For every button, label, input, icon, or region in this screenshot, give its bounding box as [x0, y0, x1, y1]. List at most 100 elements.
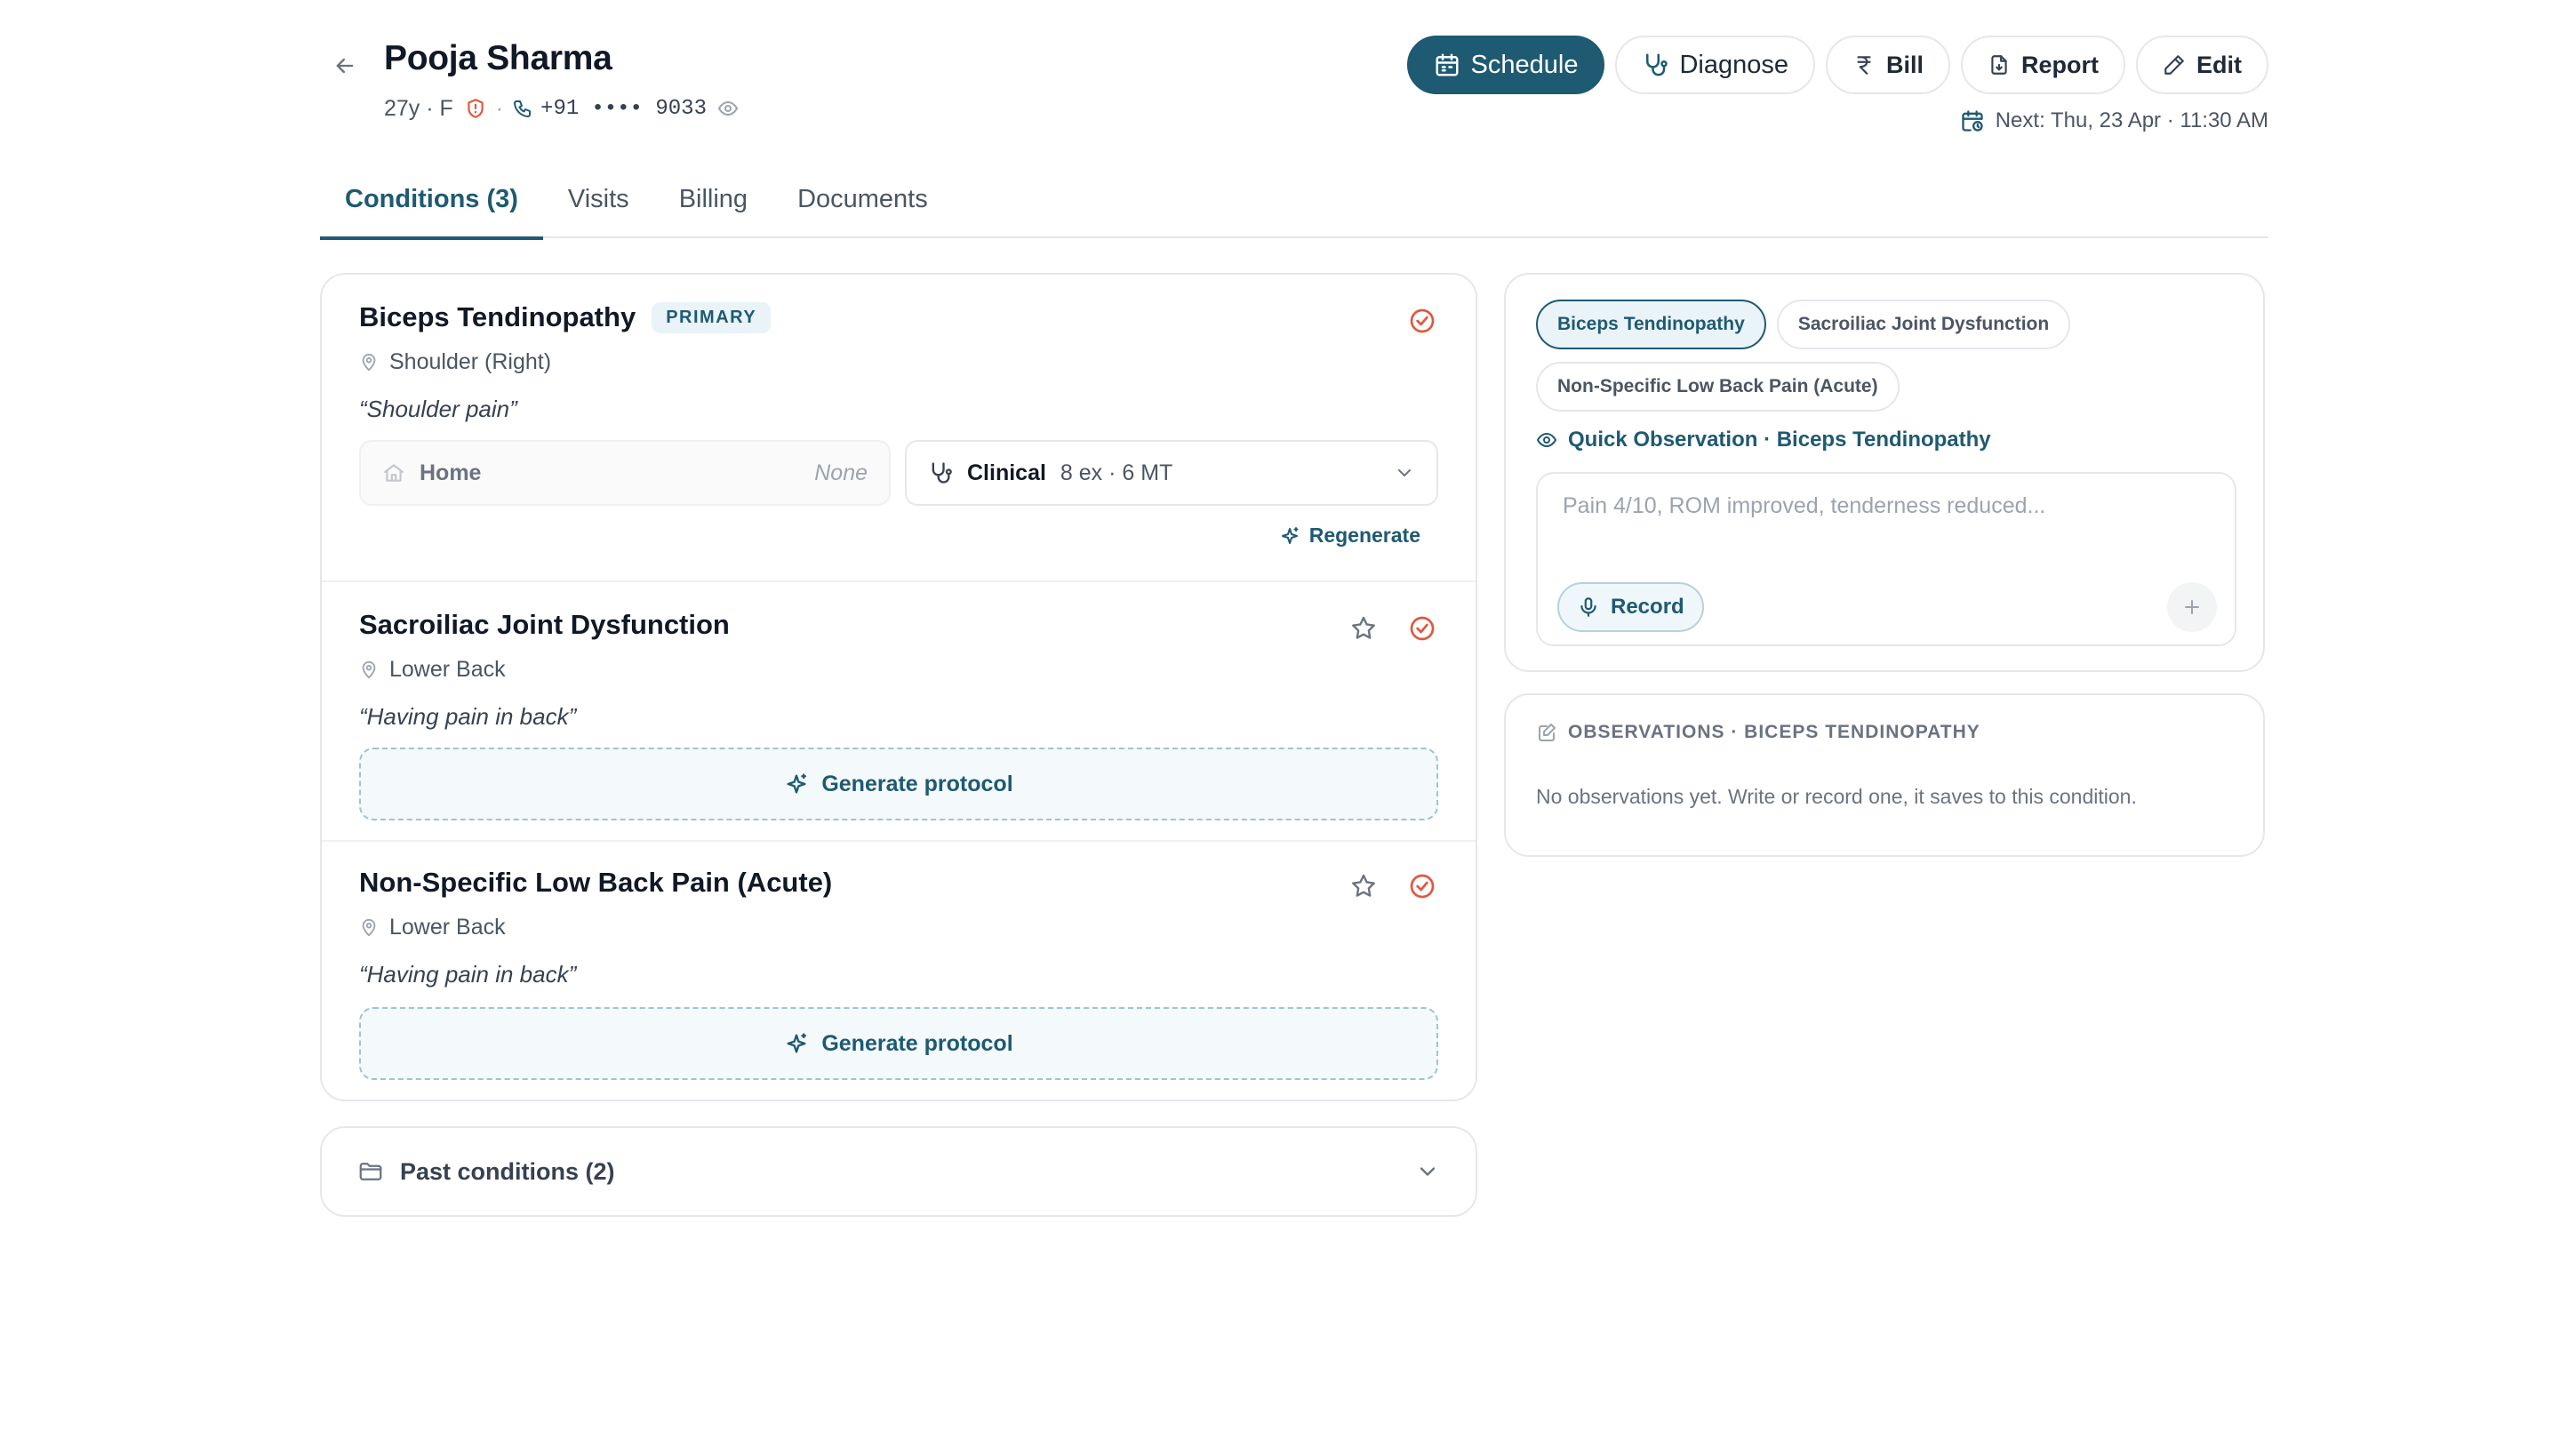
condition-item: Sacroiliac Joint Dysfunction Lower Back … [322, 580, 1476, 840]
record-button[interactable]: Record [1557, 582, 1704, 632]
condition-title: Sacroiliac Joint Dysfunction [359, 609, 730, 640]
generate-protocol-button[interactable]: Generate protocol [359, 748, 1438, 820]
chevron-down-icon [1398, 469, 1411, 476]
next-appointment-text: Next: Thu, 23 Apr · 11:30 AM [1995, 108, 2268, 132]
clinical-protocol-dropdown[interactable]: Clinical 8 ex · 6 MT [905, 440, 1438, 506]
sparkle-icon [787, 1033, 807, 1053]
set-primary-button[interactable] [1348, 870, 1380, 902]
condition-title-row: Non-Specific Low Back Pain (Acute) [359, 867, 832, 899]
stethoscope-icon [1646, 53, 1668, 76]
condition-title: Non-Specific Low Back Pain (Acute) [359, 867, 833, 898]
home-label: Home [420, 460, 482, 485]
schedule-label: Schedule [1470, 50, 1579, 79]
phone-masked: •••• 9033 [591, 96, 707, 121]
tab-visits[interactable]: Visits [543, 160, 654, 238]
condition-complaint: “Shoulder pain” [359, 396, 517, 422]
edit-button[interactable]: Edit [2136, 36, 2268, 94]
check-circle-icon [1410, 874, 1435, 899]
star-icon [1352, 874, 1375, 897]
check-circle-icon [1410, 616, 1435, 641]
condition-location: Lower Back [359, 915, 506, 940]
condition-location: Shoulder (Right) [359, 349, 551, 375]
condition-chips: Biceps Tendinopathy Sacroiliac Joint Dys… [1536, 300, 2238, 412]
calendar-icon [1436, 53, 1459, 76]
stethoscope-icon [932, 462, 952, 484]
tab-documents[interactable]: Documents [772, 160, 953, 238]
back-arrow-icon [336, 58, 354, 74]
quick-observation-title: Quick Observation · Biceps Tendinopathy [1568, 428, 1991, 452]
add-observation-button[interactable] [2167, 582, 2217, 632]
report-button[interactable]: Report [1961, 36, 2125, 94]
condition-title: Biceps Tendinopathy [359, 301, 636, 332]
schedule-button[interactable]: Schedule [1406, 36, 1605, 94]
mic-icon [1580, 597, 1596, 617]
note-icon [1539, 724, 1556, 741]
phone-icon [512, 98, 533, 119]
home-icon [384, 464, 404, 482]
condition-actions [1348, 870, 1438, 902]
report-label: Report [2021, 51, 2099, 78]
file-icon [1991, 55, 2007, 75]
star-icon [1352, 616, 1375, 639]
phone-prefix: +91 [540, 96, 580, 121]
check-circle-icon [1410, 308, 1435, 333]
rupee-icon [1857, 56, 1871, 75]
condition-title-row: Biceps Tendinopathy PRIMARY [359, 301, 772, 333]
generate-protocol-label: Generate protocol [821, 1030, 1013, 1056]
bill-label: Bill [1885, 51, 1924, 78]
observations-history-title: OBSERVATIONS · BICEPS TENDINOPATHY [1568, 722, 1980, 742]
past-conditions-toggle[interactable]: Past conditions (2) [320, 1126, 1477, 1217]
tab-conditions[interactable]: Conditions (3) [320, 160, 543, 240]
meta-separator: · [495, 95, 504, 121]
primary-badge: PRIMARY [652, 301, 772, 333]
regenerate-button[interactable]: Regenerate [1279, 524, 1420, 548]
diagnose-button[interactable]: Diagnose [1615, 36, 1815, 94]
condition-complaint: “Having pain in back” [359, 961, 577, 988]
back-button[interactable] [324, 44, 366, 87]
sparkle-icon [1281, 526, 1299, 544]
header-actions: Schedule Diagnose Bill Report Edit [1406, 36, 2268, 94]
quick-observation-title-row: Quick Observation · Biceps Tendinopathy [1536, 428, 1991, 452]
regenerate-label: Regenerate [1308, 524, 1420, 547]
quick-observation-card: Biceps Tendinopathy Sacroiliac Joint Dys… [1504, 273, 2265, 672]
chip-low-back-pain[interactable]: Non-Specific Low Back Pain (Acute) [1536, 362, 1900, 412]
map-pin-icon [362, 918, 376, 936]
observation-input[interactable] [1563, 493, 2212, 547]
clinical-meta: 8 ex · 6 MT [1060, 460, 1173, 485]
patient-name: Pooja Sharma [384, 39, 612, 77]
next-appointment: Next: Thu, 23 Apr · 11:30 AM [1960, 108, 2268, 133]
clinical-label: Clinical [967, 460, 1046, 485]
eye-icon [1537, 433, 1556, 447]
chip-biceps-tendinopathy[interactable]: Biceps Tendinopathy [1536, 300, 1766, 349]
condition-actions [1348, 612, 1438, 644]
condition-title-row: Sacroiliac Joint Dysfunction [359, 609, 730, 641]
diagnose-label: Diagnose [1679, 50, 1788, 79]
pencil-icon [2164, 55, 2184, 75]
resolve-button[interactable] [1406, 305, 1438, 337]
edit-label: Edit [2196, 51, 2242, 78]
resolve-button[interactable] [1406, 612, 1438, 644]
conditions-card: Biceps Tendinopathy PRIMARY Shoulder (Ri… [320, 273, 1477, 1101]
generate-protocol-label: Generate protocol [821, 771, 1013, 796]
chip-sacroiliac-joint-dysfunction[interactable]: Sacroiliac Joint Dysfunction [1776, 300, 2071, 349]
home-value: None [814, 460, 868, 485]
condition-location: Lower Back [359, 657, 506, 683]
condition-item: Non-Specific Low Back Pain (Acute) Lower… [322, 840, 1476, 1100]
folder-icon [359, 1163, 382, 1180]
bill-button[interactable]: Bill [1825, 36, 1950, 94]
eye-icon[interactable] [717, 98, 739, 119]
map-pin-icon [362, 353, 376, 371]
generate-protocol-button[interactable]: Generate protocol [359, 1007, 1438, 1080]
record-label: Record [1611, 595, 1684, 619]
patient-page: Pooja Sharma 27y · F · +91 •••• 9033 Sch… [0, 0, 2560, 1456]
observation-note-box: Record [1536, 472, 2236, 646]
observations-history-card: OBSERVATIONS · BICEPS TENDINOPATHY No ob… [1504, 693, 2265, 857]
chevron-down-icon [1420, 1167, 1436, 1176]
condition-actions [1406, 305, 1438, 337]
condition-location-text: Lower Back [389, 915, 506, 940]
tab-billing[interactable]: Billing [654, 160, 772, 238]
resolve-button[interactable] [1406, 870, 1438, 902]
calendar-clock-icon [1962, 110, 1983, 132]
observations-empty-state: No observations yet. Write or record one… [1536, 785, 2137, 808]
set-primary-button[interactable] [1348, 612, 1380, 644]
